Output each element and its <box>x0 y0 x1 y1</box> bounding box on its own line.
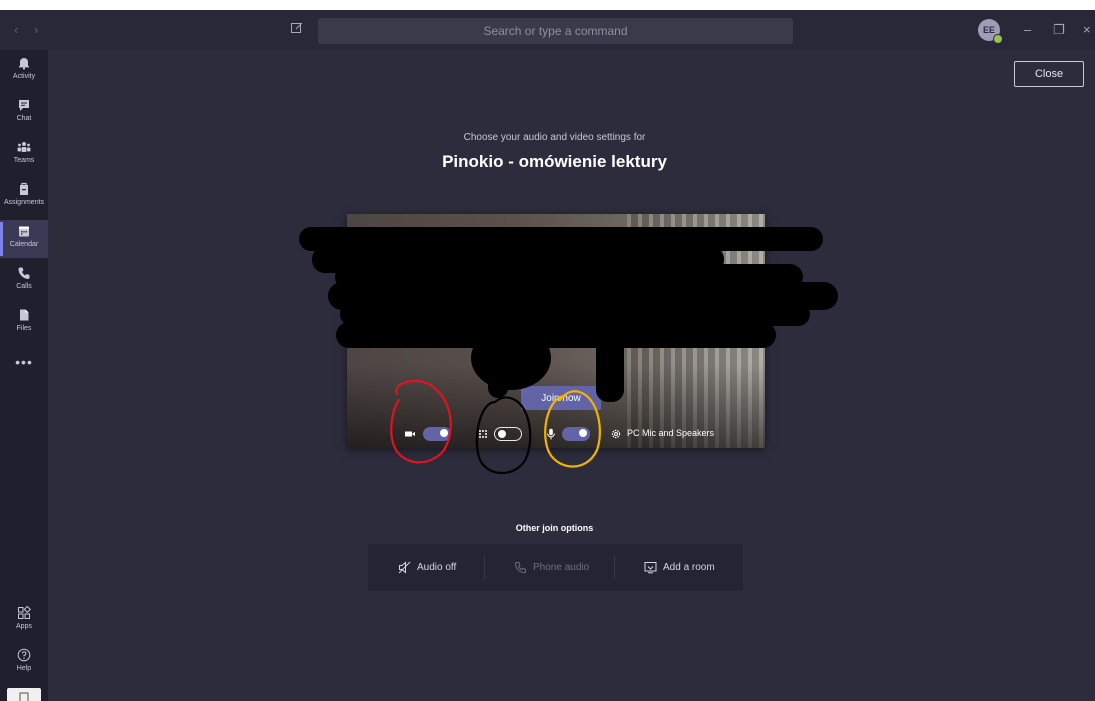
close-window-button[interactable]: × <box>1083 22 1091 37</box>
meeting-title: Pinokio - omówienie lektury <box>442 152 667 171</box>
speaker-off-icon <box>398 561 411 574</box>
settings-subtitle: Choose your audio and video settings for <box>463 132 646 143</box>
chat-icon <box>19 100 29 111</box>
microphone-icon <box>547 428 555 440</box>
background-blur-icon <box>479 430 487 438</box>
rail-item-calls[interactable]: Calls <box>0 262 48 300</box>
device-icon <box>19 692 29 701</box>
device-settings-button[interactable] <box>7 688 41 701</box>
toggle-knob <box>579 429 587 437</box>
back-arrow-icon[interactable]: ‹ <box>14 22 18 37</box>
assignments-icon <box>20 182 28 195</box>
rail-label: Apps <box>16 623 32 630</box>
device-settings-label[interactable]: PC Mic and Speakers <box>627 428 714 438</box>
camera-icon <box>405 431 415 437</box>
rail-label: Calls <box>16 283 32 290</box>
close-button[interactable]: Close <box>1014 61 1084 87</box>
search-input[interactable]: Search or type a command <box>318 18 793 44</box>
rail-item-chat[interactable]: Chat <box>0 94 48 132</box>
compose-icon[interactable] <box>290 21 304 35</box>
audio-off-option[interactable]: Audio off <box>398 544 456 591</box>
rail-item-apps[interactable]: Apps <box>0 602 48 640</box>
audio-off-label: Audio off <box>417 562 457 573</box>
rail-label: Chat <box>16 115 32 122</box>
search-placeholder: Search or type a command <box>483 24 628 38</box>
background-blur-toggle[interactable] <box>494 427 522 441</box>
maximize-button[interactable]: ❐ <box>1053 22 1065 38</box>
teams-window: ‹ › Search or type a command EE – ❐ × Ac… <box>0 10 1095 701</box>
rail-item-help[interactable]: Help <box>0 644 48 682</box>
rail-label: Assignments <box>3 199 45 206</box>
help-icon <box>17 648 31 662</box>
rail-item-files[interactable]: Files <box>0 304 48 342</box>
toggle-knob <box>498 430 506 438</box>
forward-arrow-icon[interactable]: › <box>34 22 38 37</box>
phone-icon <box>18 267 30 279</box>
apps-icon <box>18 606 31 619</box>
avatar-initials: EE <box>982 25 995 35</box>
option-divider <box>614 556 615 579</box>
camera-toggle[interactable] <box>423 427 451 441</box>
minimize-button[interactable]: – <box>1024 22 1031 37</box>
file-icon <box>20 309 29 321</box>
phone-audio-label: Phone audio <box>533 562 590 573</box>
rail-item-assignments[interactable]: Assignments <box>0 178 48 216</box>
rail-item-activity[interactable]: Activity <box>0 52 48 90</box>
cast-screen-icon <box>644 562 657 574</box>
phone-audio-option: Phone audio <box>514 544 589 591</box>
rail-label: Calendar <box>9 241 39 248</box>
title-bar: ‹ › Search or type a command EE – ❐ × <box>0 10 1095 50</box>
bell-icon <box>19 58 29 70</box>
other-join-options-bar: Audio off Phone audio Add a room <box>368 544 743 591</box>
join-now-button[interactable]: Join now <box>521 386 601 410</box>
rail-label: Activity <box>12 73 36 80</box>
rail-label: Files <box>16 325 32 332</box>
add-room-option[interactable]: Add a room <box>644 544 715 591</box>
microphone-toggle[interactable] <box>562 427 590 441</box>
gear-icon[interactable] <box>610 428 622 440</box>
video-preview <box>347 214 765 448</box>
add-room-label: Add a room <box>663 562 715 573</box>
toggle-knob <box>440 429 448 437</box>
presence-available-badge <box>993 34 1003 44</box>
option-divider <box>484 556 485 579</box>
rail-label: Help <box>16 665 32 672</box>
more-apps-button[interactable]: ••• <box>0 354 48 370</box>
app-rail: Activity Chat Teams Assignments Calendar… <box>0 50 48 701</box>
calendar-icon <box>19 226 29 237</box>
rail-item-calendar[interactable]: Calendar <box>0 220 48 258</box>
phone-icon <box>514 562 526 574</box>
other-join-options-label: Other join options <box>515 523 594 533</box>
